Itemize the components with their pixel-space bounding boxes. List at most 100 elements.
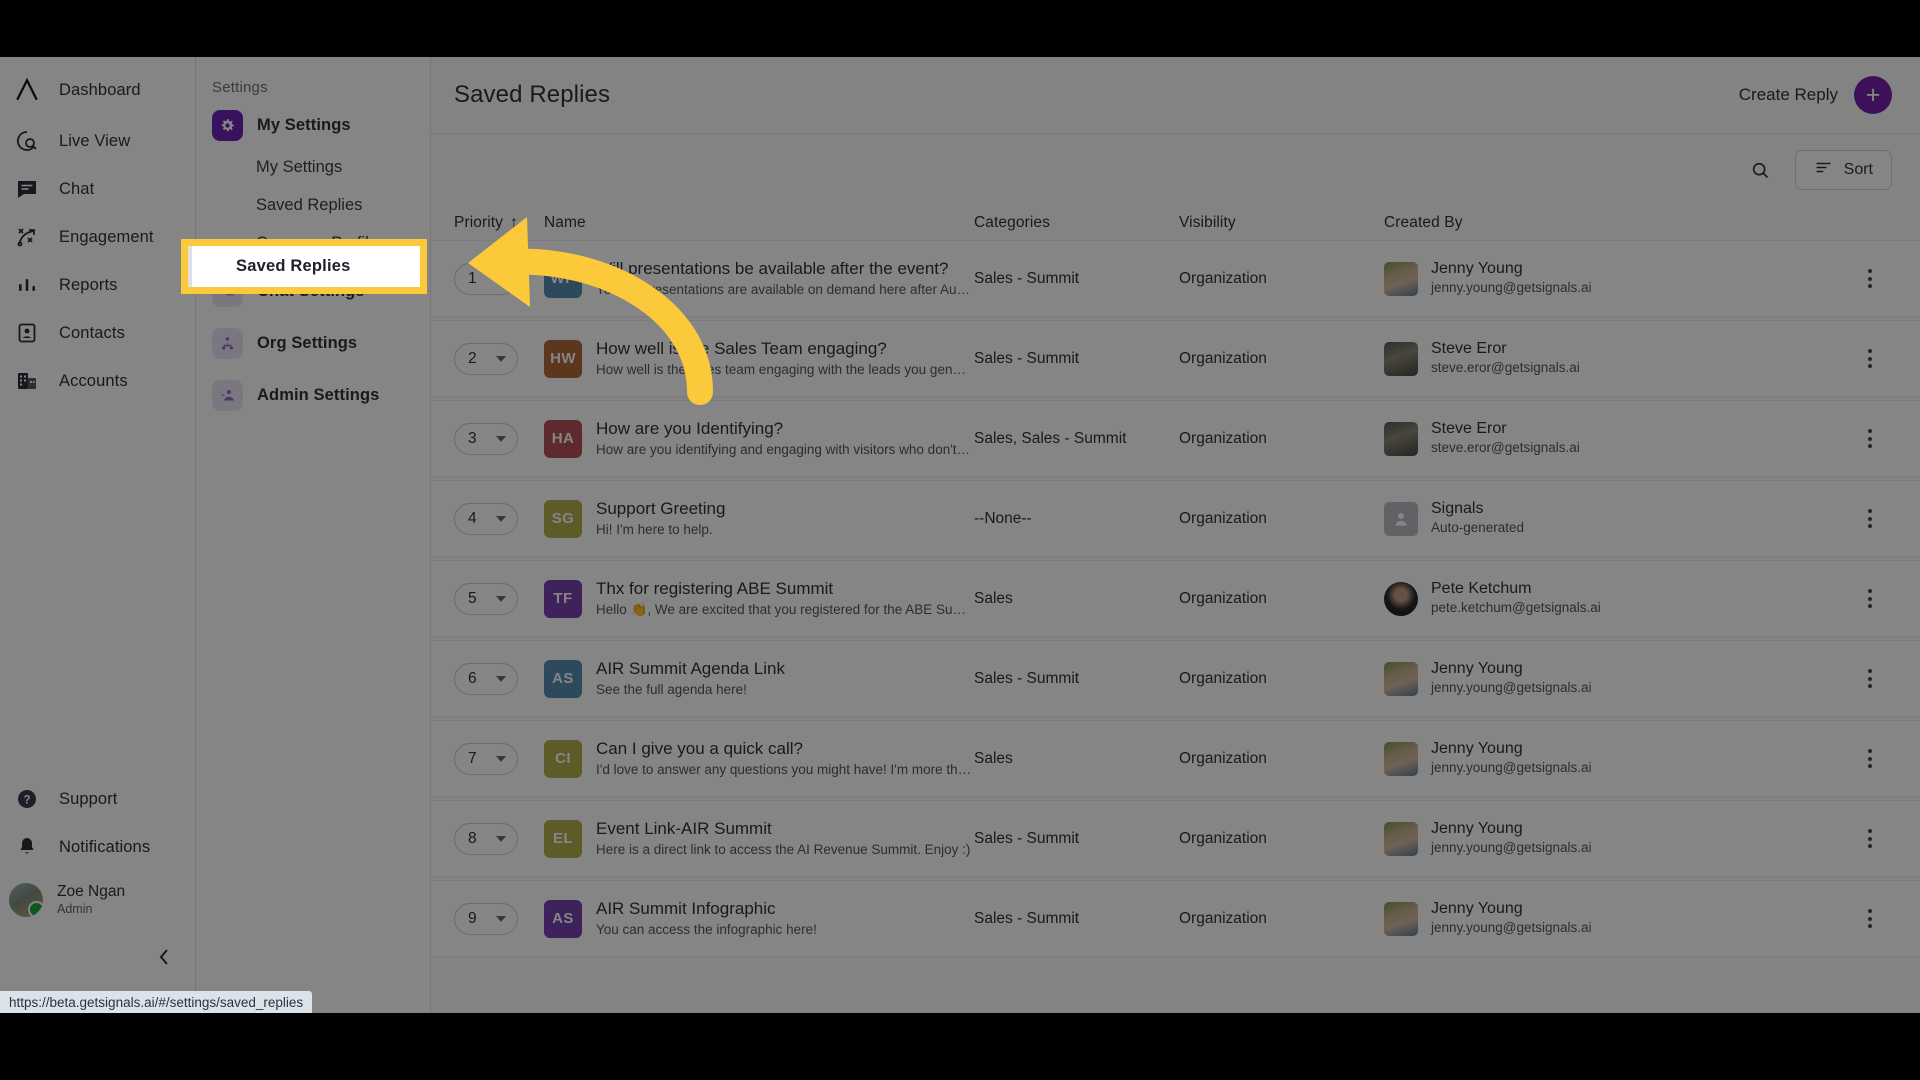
settings-group-my-settings[interactable]: My Settings — [196, 102, 430, 148]
app-logo[interactable]: Dashboard — [0, 63, 195, 117]
sidebar-item-label: Accounts — [59, 371, 128, 390]
name-cell: HA How are you Identifying? How are you id… — [544, 418, 974, 460]
name-cell: AS AIR Summit Agenda Link See the full age… — [544, 658, 974, 700]
table-row[interactable]: 4 SG Support Greeting Hi! I'm here to help.… — [431, 480, 1920, 557]
sidebar-item-chat[interactable]: Chat — [0, 165, 195, 213]
created-by-cell: Steve Eror steve.eror@getsignals.ai — [1384, 339, 1848, 377]
priority-value: 9 — [468, 909, 477, 927]
sidebar-item-reports[interactable]: Reports — [0, 261, 195, 309]
row-menu-button[interactable] — [1848, 589, 1892, 608]
avatar — [9, 883, 43, 917]
sort-label: Sort — [1843, 161, 1873, 178]
sidebar-item-notifications[interactable]: Notifications — [0, 823, 196, 871]
sidebar-item-support[interactable]: ? Support — [0, 775, 196, 823]
priority-value: 6 — [468, 669, 477, 687]
chat-icon — [12, 174, 42, 204]
priority-cell: 8 — [454, 822, 544, 855]
column-header-priority[interactable]: Priority ↑ — [454, 214, 544, 232]
priority-dropdown[interactable]: 1 — [454, 262, 518, 295]
priority-dropdown[interactable]: 7 — [454, 742, 518, 775]
visibility-cell: Organization — [1179, 829, 1267, 847]
create-reply-button[interactable]: + — [1854, 76, 1892, 114]
reply-snippet: How are you identifying and engaging wit… — [596, 441, 971, 457]
priority-dropdown[interactable]: 6 — [454, 662, 518, 695]
name-cell: HW How well is the Sales Team engaging? Ho… — [544, 338, 974, 380]
settings-subitem-my-settings[interactable]: My Settings — [196, 148, 430, 186]
priority-dropdown[interactable]: 4 — [454, 502, 518, 535]
column-header-created-by[interactable]: Created By — [1384, 214, 1848, 232]
page-header: Saved Replies Create Reply + — [431, 57, 1920, 134]
created-by-cell: Jenny Young jenny.young@getsignals.ai — [1384, 259, 1848, 297]
row-menu-button[interactable] — [1848, 909, 1892, 928]
sidebar-bottom-group: ? Support Notifications Zoe Ngan Admin — [0, 775, 196, 929]
column-label: Priority — [454, 214, 504, 231]
sidebar-item-accounts[interactable]: Accounts — [0, 357, 195, 405]
reply-title: Will presentations be available after th… — [596, 258, 949, 278]
search-icon[interactable] — [1750, 160, 1771, 181]
priority-dropdown[interactable]: 5 — [454, 582, 518, 615]
table-row[interactable]: 1 WP Will presentations be available after… — [431, 240, 1920, 317]
priority-value: 8 — [468, 829, 477, 847]
avatar — [1384, 741, 1418, 776]
table-row[interactable]: 8 EL Event Link-AIR Summit Here is a direct… — [431, 800, 1920, 877]
priority-dropdown[interactable]: 8 — [454, 822, 518, 855]
sidebar-item-contacts[interactable]: Contacts — [0, 309, 195, 357]
help-circle-icon: ? — [12, 784, 42, 814]
column-header-categories[interactable]: Categories — [974, 214, 1179, 232]
column-header-visibility[interactable]: Visibility — [1179, 214, 1384, 232]
row-menu-button[interactable] — [1848, 349, 1892, 368]
settings-subitem-saved-replies[interactable]: Saved Replies — [196, 186, 430, 224]
priority-dropdown[interactable]: 2 — [454, 342, 518, 375]
row-menu-button[interactable] — [1848, 829, 1892, 848]
author-name: Steve Eror — [1431, 340, 1507, 358]
page-title: Saved Replies — [454, 81, 611, 108]
reply-title: Support Greeting — [596, 498, 726, 518]
priority-dropdown[interactable]: 3 — [454, 422, 518, 455]
reports-icon — [12, 270, 42, 300]
table-row[interactable]: 6 AS AIR Summit Agenda Link See the full ag… — [431, 640, 1920, 717]
chevron-left-icon[interactable] — [150, 943, 178, 971]
row-menu-button[interactable] — [1848, 749, 1892, 768]
sidebar-item-live-view[interactable]: Live View — [0, 117, 195, 165]
reply-initials-badge: HA — [544, 419, 582, 458]
categories-cell: Sales - Summit — [974, 669, 1080, 687]
name-cell: WP Will presentations be available after … — [544, 258, 974, 300]
settings-group-org-settings[interactable]: Org Settings — [196, 320, 430, 366]
author-name: Steve Eror — [1431, 420, 1507, 438]
sort-lines-icon — [1814, 158, 1833, 182]
row-menu-button[interactable] — [1848, 669, 1892, 688]
create-reply-label[interactable]: Create Reply — [1739, 85, 1838, 105]
sidebar-item-label: Support — [59, 789, 118, 808]
chevron-down-icon — [496, 755, 506, 762]
priority-dropdown[interactable]: 9 — [454, 902, 518, 935]
author-name: Jenny Young — [1431, 660, 1523, 678]
table-row[interactable]: 2 HW How well is the Sales Team engaging? H… — [431, 320, 1920, 397]
table-row[interactable]: 7 CI Can I give you a quick call? I'd love … — [431, 720, 1920, 797]
highlight-label[interactable]: Saved Replies — [188, 257, 351, 276]
app-window: Dashboard Live View Chat Engagement Repo… — [0, 57, 1920, 1013]
sort-button[interactable]: Sort — [1794, 150, 1892, 190]
row-menu-button[interactable] — [1848, 509, 1892, 528]
author-email: Auto-generated — [1431, 520, 1525, 536]
highlight-callout: Saved Replies — [181, 239, 427, 294]
row-menu-button[interactable] — [1848, 429, 1892, 448]
settings-group-admin-settings[interactable]: Admin Settings — [196, 372, 430, 418]
author-name: Pete Ketchum — [1431, 580, 1532, 598]
settings-group-label: Org Settings — [257, 333, 358, 352]
row-menu-button[interactable] — [1848, 269, 1892, 288]
table-row[interactable]: 3 HA How are you Identifying? How are you i… — [431, 400, 1920, 477]
chevron-down-icon — [496, 835, 506, 842]
table-row[interactable]: 5 TF Thx for registering ABE Summit Hello 👏… — [431, 560, 1920, 637]
reply-snippet: Hi! I'm here to help. — [596, 521, 713, 537]
sidebar-user-profile[interactable]: Zoe Ngan Admin — [0, 871, 196, 929]
categories-cell: Sales — [974, 589, 1013, 607]
priority-cell: 3 — [454, 422, 544, 455]
settings-group-label: My Settings — [257, 115, 351, 134]
categories-cell: Sales - Summit — [974, 909, 1080, 927]
table-row[interactable]: 9 AS AIR Summit Infographic You can access … — [431, 880, 1920, 957]
column-header-name[interactable]: Name — [544, 214, 974, 232]
chevron-down-icon — [496, 915, 506, 922]
reply-title: AIR Summit Agenda Link — [596, 658, 785, 678]
sidebar-item-engagement[interactable]: Engagement — [0, 213, 195, 261]
reply-snippet: Yes, all presentations are available on … — [596, 281, 970, 297]
